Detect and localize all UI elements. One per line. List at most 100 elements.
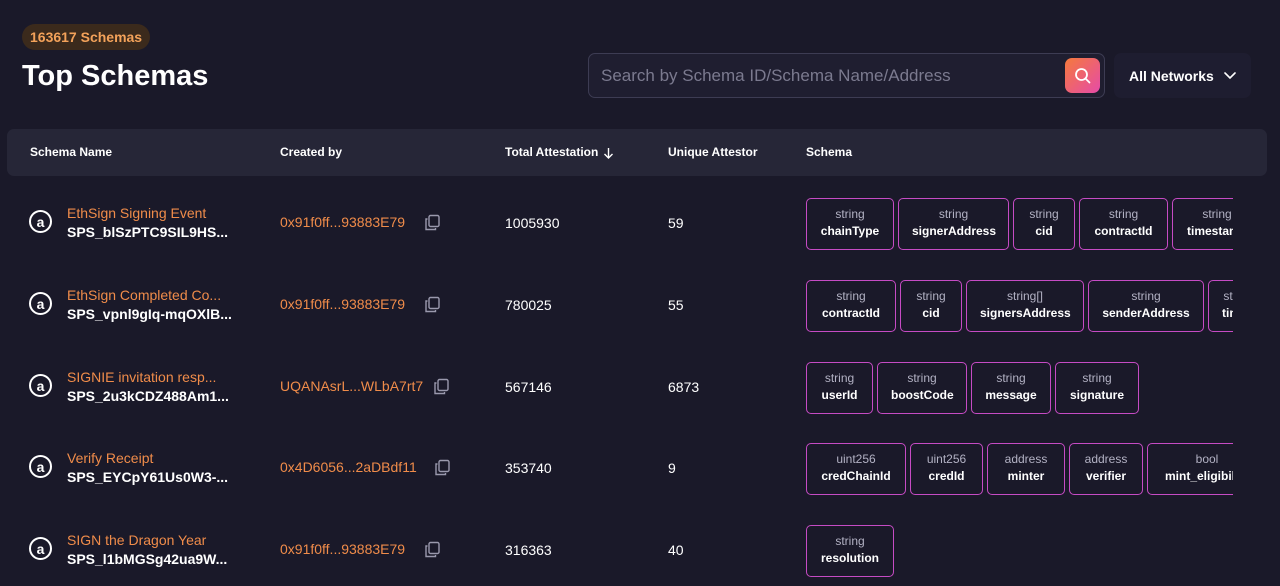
total-attestation-value: 567146 [505,379,552,395]
schema-field-name: timestamp [1186,224,1233,238]
schema-field-type: string [1223,289,1233,303]
schema-field-type: string [824,371,855,385]
schema-field-name: verifier [1085,469,1127,483]
total-attestation-value: 780025 [505,297,552,313]
schema-field-name: resolution [820,551,879,565]
schema-field-tag: string cid [1013,198,1075,250]
attestation-logo-icon: a [29,210,52,233]
creator-address-link[interactable]: 0x4D6056...2aDBdf11 [280,459,417,475]
table-row[interactable]: a SIGNIE invitation resp... SPS_2u3kCDZ4… [0,346,1280,428]
schema-fields: uint256 credChainId uint256 credId addre… [806,443,1233,497]
schema-field-type: uint256 [926,452,967,466]
table-row[interactable]: a EthSign Completed Co... SPS_vpnl9gIq-m… [0,264,1280,346]
column-header-schema: Schema [806,145,853,159]
column-header-total-attestation[interactable]: Total Attestation [505,129,614,176]
copy-icon[interactable] [424,541,441,558]
schema-field-tag: string[] signersAddress [966,280,1084,332]
schema-fields: string resolution [806,525,1233,579]
creator-address-link[interactable]: UQANAsrL...WLbA7rt7 [280,378,423,394]
schema-field-name: signerAddress [912,224,997,238]
schema-field-tag: uint256 credId [910,443,983,495]
schema-field-type: string [907,371,937,385]
schema-field-tag: string resolution [806,525,894,577]
schema-field-tag: string cid [900,280,962,332]
total-attestation-value: 316363 [505,542,552,558]
schema-field-tag: address minter [987,443,1065,495]
schema-field-name: signature [1069,388,1124,402]
creator-address-link[interactable]: 0x91f0ff...93883E79 [280,296,405,312]
chevron-down-icon [1224,71,1236,80]
schema-field-name: chainType [820,224,880,238]
creator-address-link[interactable]: 0x91f0ff...93883E79 [280,214,405,230]
search-icon [1074,67,1090,83]
network-select[interactable]: All Networks [1114,53,1251,98]
network-select-label: All Networks [1129,67,1214,84]
unique-attestor-value: 59 [668,215,684,231]
table-row[interactable]: a SIGN the Dragon Year SPS_l1bMGSg42ua9W… [0,509,1280,586]
schema-id: SPS_2u3kCDZ488Am1... [67,388,229,404]
schema-field-tag: string message [971,362,1051,414]
schema-field-name: cid [1035,224,1053,238]
table-header: Schema Name Created by Total Attestation… [7,129,1267,176]
table-row[interactable]: a EthSign Signing Event SPS_blSzPTC9SIL9… [0,182,1280,264]
creator-address-link[interactable]: 0x91f0ff...93883E79 [280,541,405,557]
schema-field-name: message [985,388,1037,402]
schema-field-type: string [916,289,946,303]
unique-attestor-value: 9 [668,460,676,476]
unique-attestor-value: 6873 [668,379,700,395]
arrow-down-icon [604,147,614,159]
table-row[interactable]: a Verify Receipt SPS_EYCpY61Us0W3-... 0x… [0,427,1280,509]
unique-attestor-value: 55 [668,297,684,313]
schema-id: SPS_EYCpY61Us0W3-... [67,469,229,485]
schema-field-type: address [1004,452,1048,466]
schema-fields: string userId string boostCode string me… [806,362,1233,416]
schema-field-type: string [938,207,969,221]
schema-field-tag: string signature [1055,362,1139,414]
search-button[interactable] [1065,58,1100,93]
attestation-logo-icon: a [29,537,52,560]
schema-field-name: timestamp [1222,306,1233,320]
schema-field-name: minter [1007,469,1045,483]
schema-fields: string chainType string signerAddress st… [806,198,1233,252]
schema-field-name: credChainId [821,469,891,483]
schema-field-tag: bool mint_eligibility [1147,443,1233,495]
unique-attestor-value: 40 [668,542,684,558]
schema-fields: string contractId string cid string[] si… [806,280,1233,334]
schema-field-tag: string signerAddress [898,198,1009,250]
search-input[interactable] [589,54,1059,97]
schema-field-name: contractId [821,306,880,320]
schema-field-type: string [1029,207,1059,221]
schema-field-name: credId [928,469,965,483]
schema-field-type: address [1084,452,1128,466]
schema-field-tag: string senderAddress [1088,280,1204,332]
schema-field-name: userId [821,388,858,402]
schema-field-type: string [996,371,1026,385]
schema-field-tag: string contractId [806,280,896,332]
schema-name-link[interactable]: EthSign Signing Event [67,205,237,221]
total-attestation-value: 353740 [505,460,552,476]
schema-id: SPS_l1bMGSg42ua9W... [67,551,228,567]
schema-field-tag: address verifier [1069,443,1143,495]
schema-name-link[interactable]: EthSign Completed Co... [67,287,237,303]
schema-field-type: bool [1195,452,1219,466]
schema-id: SPS_blSzPTC9SIL9HS... [67,224,229,240]
column-header-created-by: Created by [280,145,343,159]
copy-icon[interactable] [433,378,450,395]
schema-name-link[interactable]: Verify Receipt [67,450,237,466]
schema-field-type: string [835,207,865,221]
schema-field-name: signersAddress [980,306,1071,320]
copy-icon[interactable] [434,459,451,476]
schema-name-link[interactable]: SIGNIE invitation resp... [67,369,237,385]
copy-icon[interactable] [424,296,441,313]
schema-name-link[interactable]: SIGN the Dragon Year [67,532,237,548]
schema-field-tag: string chainType [806,198,894,250]
schema-count-badge: 163617 Schemas [22,24,151,50]
schema-field-tag: string boostCode [877,362,967,414]
schema-field-tag: string userId [806,362,873,414]
schema-field-tag: string timestamp [1208,280,1233,332]
column-header-total-attestation-label: Total Attestation [505,145,599,159]
schema-field-name: cid [922,306,940,320]
copy-icon[interactable] [424,214,441,231]
schema-field-type: string [1202,207,1232,221]
schema-field-name: boostCode [891,388,954,402]
